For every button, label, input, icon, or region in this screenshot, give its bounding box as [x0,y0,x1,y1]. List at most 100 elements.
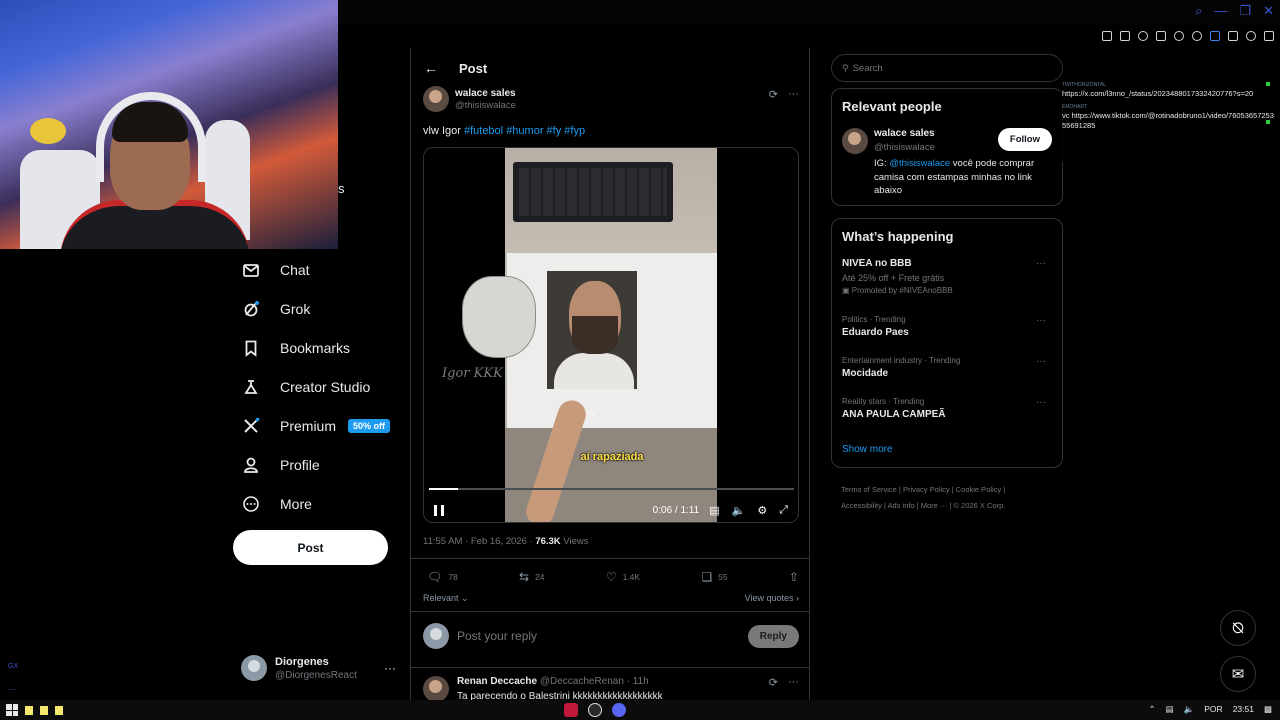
reply-author-name[interactable]: Renan Deccache [457,676,537,687]
menu-icon[interactable] [1264,31,1274,41]
trend-more-icon[interactable]: ··· [1036,356,1046,367]
post-meta: 11:55 AM · Feb 16, 2026 · 76.3K Views [423,536,588,547]
minimize-icon[interactable]: — [1214,4,1227,18]
sidebar-item-profile[interactable]: Profile [233,445,390,484]
sort-dropdown[interactable]: Relevant ⌄ [423,593,469,604]
search-bar[interactable]: ⚲ [831,54,1063,82]
bookmark-icon [242,339,260,357]
video-photo-shirt [554,353,634,389]
heart-icon[interactable] [1192,31,1202,41]
grok-explain-icon[interactable]: ⟳ [769,676,778,689]
trend-more-icon[interactable]: ··· [1036,315,1046,326]
sidebar-item-premium[interactable]: Premium 50% off [233,406,391,445]
trend-title: Eduardo Paes [842,327,909,338]
account-more-icon[interactable]: ··· [384,661,396,675]
close-icon[interactable]: ✕ [1263,4,1274,18]
video-player[interactable]: Igor KKK ☞ aí rapaziada 0:06 / 1:11 ▤ 🔈 … [423,147,799,523]
relevant-person[interactable]: walace sales @thisiswalace Follow IG: @t… [842,128,1052,198]
view-quotes-link[interactable]: View quotes › [745,593,799,604]
browser-search-icon[interactable]: ⌕ [1195,4,1202,18]
sidebar-item-more[interactable]: More [233,484,390,523]
play-icon[interactable] [1174,31,1184,41]
search-icon: ⚲ [842,62,849,73]
trend-item[interactable]: Politics · Trending Eduardo Paes ··· [842,315,1052,356]
extensions-puzzle-icon[interactable] [1210,31,1220,41]
video-progress-bar[interactable] [429,488,794,490]
hashtag-link[interactable]: #futebol [464,125,503,137]
hashtag-link[interactable]: #humor [506,125,543,137]
hashtag-link[interactable]: #fyp [564,125,585,137]
sidebar-item-creator-studio[interactable]: Creator Studio [233,367,390,406]
trend-more-icon[interactable]: ··· [1036,397,1046,408]
note-text[interactable]: https://x.com/l3nno_/status/202348801733… [1062,89,1274,100]
grok-explain-icon[interactable]: ⟳ [769,88,778,101]
grok-fab-button[interactable]: ⦰ [1220,610,1256,646]
translate-icon[interactable] [1156,31,1166,41]
lock-icon[interactable] [1228,31,1238,41]
trend-title: NIVEA no BBB [842,258,912,269]
sticky-note-icon[interactable] [25,705,33,715]
reply-input[interactable] [457,629,748,643]
reply-item[interactable]: Renan Deccache @DeccacheRenan · 11h Ta p… [423,676,799,700]
notifications-icon[interactable]: ▩ [1264,704,1272,715]
share-action[interactable]: ⇧ [789,570,799,584]
language-indicator[interactable]: POR [1204,704,1222,715]
snapshot-icon[interactable] [1120,31,1130,41]
search-input[interactable] [852,62,1033,74]
obs-icon[interactable] [588,703,602,717]
clock[interactable]: 23:51 [1233,704,1254,715]
bookmark-ext-icon[interactable] [1102,31,1112,41]
discord-icon[interactable] [612,703,626,717]
trend-item[interactable]: Reality stars · Trending ANA PAULA CAMPE… [842,397,1052,438]
back-arrow-icon[interactable]: ← [411,60,451,76]
settings-gear-icon[interactable]: ⚙ [757,504,767,517]
captions-icon[interactable]: ▤ [709,504,719,517]
avatar[interactable] [423,86,449,112]
messages-fab-button[interactable]: ✉ [1220,656,1256,692]
bookmark-action[interactable]: ❑ 55 [701,570,727,584]
trend-more-icon[interactable]: ··· [1036,258,1046,269]
reply-button[interactable]: Reply [747,624,799,648]
shield-icon[interactable] [1138,31,1148,41]
sidebar-item-bookmarks[interactable]: Bookmarks [233,328,390,367]
account-icon[interactable] [1246,31,1256,41]
reply-action[interactable]: 🗨 78 [427,570,458,584]
post-timestamp[interactable]: 11:55 AM · Feb 16, 2026 · [423,536,535,547]
reply-more-icon[interactable]: ··· [788,676,799,689]
avatar[interactable] [423,676,449,700]
windows-start-icon[interactable] [6,704,18,716]
post-more-icon[interactable]: ··· [788,88,799,101]
hashtag-link[interactable]: #fy [547,125,562,137]
trend-item[interactable]: NIVEA no BBB Até 25% off + Frete grátis … [842,258,1052,315]
bio-mention-link[interactable]: @thisiswalace [889,158,950,169]
follow-button[interactable]: Follow [997,128,1052,151]
author-name[interactable]: walace sales [455,88,516,99]
tray-chevron-icon[interactable]: ⌃ [1149,704,1156,715]
like-action[interactable]: ♡ 1.4K [606,570,640,584]
author-handle[interactable]: @thisiswalace [455,100,516,111]
sticky-note-icon[interactable] [40,705,48,715]
footer-line[interactable]: Accessibility | Ads info | More ··· | © … [841,498,1061,514]
opera-gx-icon[interactable] [564,703,578,717]
footer-line[interactable]: Terms of Service | Privacy Policy | Cook… [841,482,1061,498]
restore-icon[interactable]: ❐ [1239,4,1251,18]
sticky-note-icon[interactable] [55,705,63,715]
volume-icon[interactable]: 🔈 [732,504,746,517]
pause-icon[interactable] [434,504,444,516]
account-switcher[interactable]: Diorgenes @DiorgenesReact ··· [241,655,401,681]
account-name: Diorgenes [275,655,329,668]
network-icon[interactable]: ▤ [1166,704,1174,715]
note-text[interactable]: vc https://www.tiktok.com/@rotinadobruno… [1062,111,1274,132]
fullscreen-icon[interactable]: ⤢ [779,504,788,517]
trend-item[interactable]: Entertainment industry · Trending Mocida… [842,356,1052,397]
sidebar-item-label: Creator Studio [280,378,371,395]
volume-icon[interactable]: 🔈 [1184,704,1195,715]
repost-action[interactable]: ⇆ 24 [519,570,545,584]
webcam-overlay [0,0,338,249]
show-more-link[interactable]: Show more [842,444,1052,455]
view-quotes-label: View quotes [744,593,794,603]
sidebar-item-grok[interactable]: Grok [233,289,390,328]
sidebar-item-chat[interactable]: Chat [233,250,390,289]
compose-post-button[interactable]: Post [233,530,388,565]
avatar[interactable] [842,128,868,154]
